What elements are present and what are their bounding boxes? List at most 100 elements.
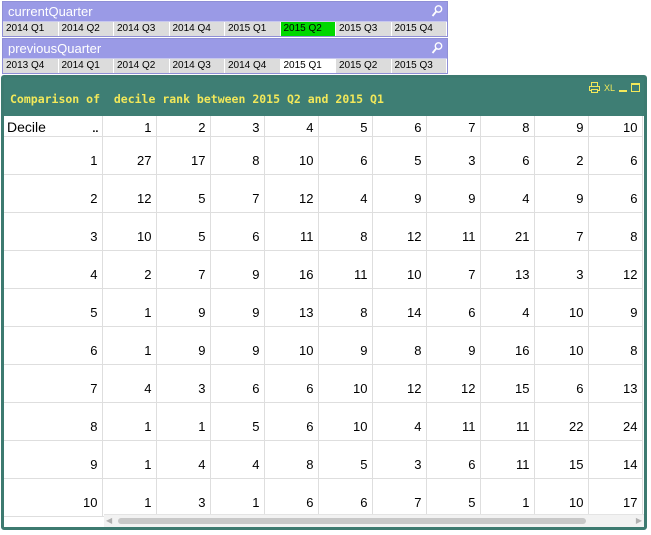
minimize-icon[interactable]: [619, 89, 627, 92]
chart-caption[interactable]: Comparison of decile rank between 2015 Q…: [4, 78, 644, 116]
value-cell: 27: [101, 135, 157, 175]
listbox-item[interactable]: 2015 Q4: [391, 22, 447, 36]
row-label-cell[interactable]: 2: [4, 173, 103, 213]
row-label-cell[interactable]: 9: [4, 439, 103, 479]
column-header-cell[interactable]: 8: [479, 116, 535, 137]
value-cell: 1: [101, 287, 157, 327]
value-cell: 11: [479, 401, 535, 441]
value-cell: 5: [317, 439, 373, 479]
value-cell: 9: [155, 325, 211, 365]
dimension-header[interactable]: Decile ..: [4, 116, 103, 137]
listbox-item[interactable]: 2014 Q3: [169, 59, 225, 73]
value-cell: 7: [425, 249, 481, 289]
column-header-cell[interactable]: 10: [587, 116, 643, 137]
send-to-excel-button[interactable]: XL: [604, 83, 615, 93]
value-cell: 10: [317, 401, 373, 441]
value-cell: 9: [209, 287, 265, 327]
value-cell: 11: [479, 439, 535, 479]
listbox-item[interactable]: 2015 Q1: [280, 59, 336, 73]
table-row: 6 1 9 9 10 9 8 9 16 10 8: [4, 325, 643, 365]
dimension-header-label: Decile: [7, 118, 46, 135]
value-cell: 3: [155, 477, 211, 517]
print-icon[interactable]: [588, 82, 600, 93]
value-cell: 6: [317, 477, 373, 517]
value-cell: 1: [101, 439, 157, 479]
value-cell: 6: [209, 211, 265, 251]
value-cell: 1: [155, 401, 211, 441]
column-header-cell[interactable]: 2: [155, 116, 211, 137]
value-cell: 7: [209, 173, 265, 213]
search-icon[interactable]: [431, 4, 443, 18]
column-header-cell[interactable]: 5: [317, 116, 373, 137]
value-cell: 12: [101, 173, 157, 213]
value-cell: 6: [587, 135, 643, 175]
row-label-cell[interactable]: 10: [4, 477, 103, 517]
listbox-item[interactable]: 2014 Q1: [3, 22, 59, 36]
value-cell: 11: [425, 401, 481, 441]
table-row: 2 12 5 7 12 4 9 9 4 9 6: [4, 173, 643, 213]
value-cell: 10: [263, 325, 319, 365]
value-cell: 8: [263, 439, 319, 479]
value-cell: 12: [263, 173, 319, 213]
row-label-cell[interactable]: 6: [4, 325, 103, 365]
value-cell: 9: [155, 287, 211, 327]
row-label-cell[interactable]: 5: [4, 287, 103, 327]
value-cell: 10: [533, 325, 589, 365]
listbox-item[interactable]: 2015 Q2: [336, 59, 392, 73]
row-label-cell[interactable]: 1: [4, 135, 103, 175]
listbox-item[interactable]: 2014 Q2: [114, 59, 170, 73]
current-quarter-listbox: currentQuarter 2014 Q1 2014 Q2 2014 Q3 2014…: [2, 1, 448, 37]
value-cell: 4: [209, 439, 265, 479]
listbox-item[interactable]: 2015 Q2: [280, 22, 336, 36]
previous-quarter-title-bar[interactable]: previousQuarter: [3, 39, 447, 58]
column-header-cell[interactable]: 7: [425, 116, 481, 137]
row-label-cell[interactable]: 7: [4, 363, 103, 403]
current-quarter-title-bar[interactable]: currentQuarter: [3, 2, 447, 21]
chart-title: Comparison of decile rank between 2015 Q…: [10, 92, 384, 106]
value-cell: 4: [371, 401, 427, 441]
value-cell: 6: [209, 363, 265, 403]
value-cell: 16: [479, 325, 535, 365]
column-header-cell[interactable]: 6: [371, 116, 427, 137]
listbox-item[interactable]: 2014 Q2: [58, 22, 114, 36]
value-cell: 15: [479, 363, 535, 403]
value-cell: 3: [371, 439, 427, 479]
listbox-item[interactable]: 2013 Q4: [3, 59, 59, 73]
value-cell: 4: [479, 287, 535, 327]
search-icon[interactable]: [431, 41, 443, 55]
scroll-thumb[interactable]: [118, 518, 586, 524]
listbox-item[interactable]: 2015 Q3: [391, 59, 447, 73]
value-cell: 1: [101, 325, 157, 365]
value-cell: 12: [371, 211, 427, 251]
value-cell: 6: [425, 439, 481, 479]
scroll-left-arrow-icon[interactable]: ◀: [106, 516, 112, 525]
listbox-item[interactable]: 2014 Q4: [169, 22, 225, 36]
sort-indicator[interactable]: ..: [92, 123, 98, 135]
value-cell: 5: [371, 135, 427, 175]
value-cell: 6: [425, 287, 481, 327]
value-cell: 15: [533, 439, 589, 479]
row-label-cell[interactable]: 4: [4, 249, 103, 289]
current-quarter-items: 2014 Q1 2014 Q2 2014 Q3 2014 Q4 2015 Q1 2015 …: [3, 21, 447, 36]
row-label-cell[interactable]: 8: [4, 401, 103, 441]
column-header-cell[interactable]: 3: [209, 116, 265, 137]
value-cell: 5: [209, 401, 265, 441]
column-header-cell[interactable]: 9: [533, 116, 589, 137]
listbox-item[interactable]: 2015 Q1: [225, 22, 281, 36]
value-cell: 4: [317, 173, 373, 213]
maximize-icon[interactable]: [631, 83, 640, 92]
column-header-cell[interactable]: 1: [101, 116, 157, 137]
listbox-item[interactable]: 2014 Q1: [58, 59, 114, 73]
row-label-cell[interactable]: 3: [4, 211, 103, 251]
horizontal-scrollbar[interactable]: ◀ ▶: [104, 514, 644, 527]
value-cell: 9: [425, 173, 481, 213]
scroll-right-arrow-icon[interactable]: ▶: [636, 516, 642, 525]
value-cell: 6: [587, 173, 643, 213]
listbox-item[interactable]: 2015 Q3: [336, 22, 392, 36]
value-cell: 12: [371, 363, 427, 403]
table-row: 5 1 9 9 13 8 14 6 4 10 9: [4, 287, 643, 327]
listbox-item[interactable]: 2014 Q4: [225, 59, 281, 73]
column-header-cell[interactable]: 4: [263, 116, 319, 137]
listbox-item[interactable]: 2014 Q3: [114, 22, 170, 36]
value-cell: 11: [425, 211, 481, 251]
